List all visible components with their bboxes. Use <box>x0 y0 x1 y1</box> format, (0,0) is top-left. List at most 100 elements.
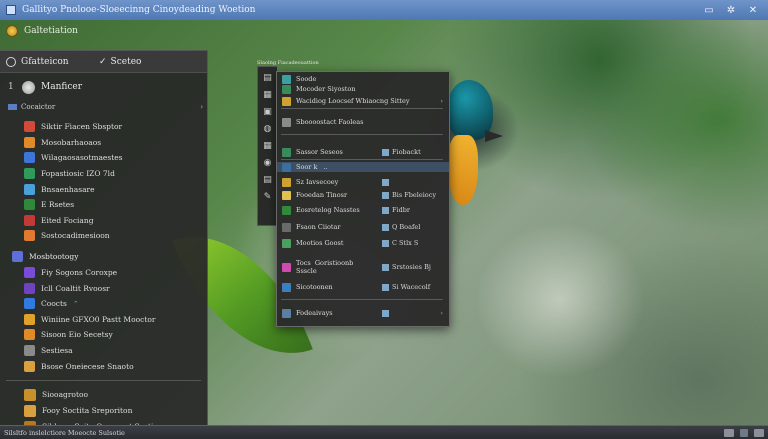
tool-icon[interactable]: ▦ <box>263 141 273 152</box>
tool-icon[interactable]: ◍ <box>263 124 273 135</box>
volume-icon[interactable] <box>740 428 748 437</box>
settings-gear-icon[interactable]: ✲ <box>722 3 740 17</box>
tool-icon[interactable]: ▤ <box>263 73 273 84</box>
list-item[interactable]: Bnsaenhasare <box>0 181 207 197</box>
restore-icon[interactable]: ▭ <box>700 3 718 17</box>
menu-item[interactable]: Eosretelog Nasstes Fidbr <box>277 205 449 215</box>
menu-item-secondary[interactable] <box>382 309 392 317</box>
list-item-label: Mosobarhaoaos <box>41 137 102 147</box>
start-menu-tab[interactable]: Sceteo <box>111 57 142 67</box>
start-menu-title[interactable]: Gfatteicon <box>21 57 91 67</box>
close-icon[interactable]: ✕ <box>744 3 762 17</box>
menu-item[interactable]: Soode <box>277 74 449 84</box>
menu-item-icon <box>282 282 291 292</box>
tool-icon[interactable]: ▤ <box>263 175 273 186</box>
menu-item[interactable]: Fooedan Tinosr Bis Fbeleiocy <box>277 190 449 200</box>
list-item[interactable]: Sostocadimesioon <box>0 228 207 244</box>
tool-icon[interactable]: ▦ <box>263 90 273 101</box>
list-item-label: Winiine GFXO0 Pastt Mooctor <box>41 314 156 324</box>
menu-item-label: Mootios Goost <box>296 239 344 247</box>
menu-item[interactable]: Sassor Seseos Fiobackt <box>277 147 449 157</box>
app-icon <box>24 199 35 211</box>
list-item[interactable]: Siktir Fiacen Sbsptor <box>0 119 207 135</box>
menu-item-secondary[interactable]: C Stlx S <box>382 239 418 247</box>
list-item[interactable]: Siooagrotoo <box>0 387 207 403</box>
tool-icon[interactable]: ▣ <box>263 107 273 118</box>
menu-item-secondary[interactable]: Fiobackt <box>382 148 421 156</box>
menu-item[interactable]: Tocs Goristioonb Ssscle Srstosies Bj <box>277 258 449 276</box>
menu-item-secondary[interactable] <box>382 178 392 186</box>
menu-item-secondary[interactable]: Srstosies Bj <box>382 263 431 271</box>
menu-item-label: Wacidiog Loocsef Wbiaocng Sittey <box>296 97 410 105</box>
app-icon <box>24 282 35 294</box>
network-icon[interactable] <box>724 428 734 437</box>
folder-icon <box>8 104 17 110</box>
list-item[interactable]: Sisoon Eio Secetsy <box>0 327 207 343</box>
window-titlebar[interactable]: Gallityo Pnolooe-Sloeecinng Cinoydeading… <box>0 0 768 20</box>
start-menu-app-list: Siktir Fiacen Sbsptor Mosobarhaoaos Wilaga… <box>0 113 207 244</box>
list-item[interactable]: Winiine GFXO0 Pastt Mooctor <box>0 312 207 328</box>
start-menu-top-item[interactable]: 1 Manficer <box>0 73 207 101</box>
start-menu-subitem[interactable]: Cocaictor › <box>0 101 207 113</box>
secondary-icon <box>382 178 389 186</box>
tool-icon[interactable]: ◉ <box>263 158 273 169</box>
menu-item[interactable]: Soor k .. <box>277 162 449 172</box>
menu-item-icon <box>282 96 291 106</box>
menu-item-secondary[interactable]: Fidbr <box>382 206 410 214</box>
taskbar-text[interactable]: Silsltfo inslelctiore Moeocte Sulsotie <box>4 429 125 437</box>
list-item[interactable]: Fooy Soctita Sreporiton <box>0 403 207 419</box>
list-item[interactable]: Eited Fociang <box>0 213 207 229</box>
menu-item[interactable]: Fsaon Ciiotar Q Boafel <box>277 222 449 232</box>
menu-item-label: Mocoder Siyoston <box>296 85 356 93</box>
menu-item-icon <box>282 177 291 187</box>
menu-item[interactable]: Sz Iavsecoey <box>277 177 449 187</box>
secondary-icon <box>382 206 389 214</box>
secondary-icon <box>382 239 389 247</box>
menu-item[interactable]: Wacidiog Loocsef Wbiaocng Sittey › <box>277 96 449 106</box>
list-item[interactable]: Coocts ⌃ <box>0 296 207 312</box>
list-item[interactable]: Bsose Oneiecese Snaoto <box>0 358 207 374</box>
chevron-right-icon: › <box>200 103 203 111</box>
list-item-label: Bnsaenhasare <box>41 184 95 194</box>
menu-item[interactable]: Sicotoonen Si Wacecolf <box>277 282 449 292</box>
menu-item-secondary[interactable]: Si Wacecolf <box>382 283 430 291</box>
system-tray <box>724 428 764 437</box>
menu-item-secondary-label: Fidbr <box>392 206 411 214</box>
list-item[interactable]: Icll Coaltit Rvoosr <box>0 280 207 296</box>
notification-icon[interactable] <box>754 428 764 437</box>
list-item[interactable]: Fopastiosic IZO 7ld <box>0 166 207 182</box>
wallpaper-bird-beak <box>485 130 503 142</box>
secondary-icon <box>382 263 389 271</box>
tool-icon[interactable]: ✎ <box>263 192 273 203</box>
subbar-label: Galtetiation <box>24 26 78 36</box>
app-icon <box>24 168 35 180</box>
menu-item[interactable]: Fodeaivays › <box>277 308 449 318</box>
app-icon <box>24 388 36 401</box>
menu-item-label: Tocs Goristioonb Ssscle <box>296 259 354 275</box>
menu-item-label: Fooedan Tinosr <box>296 191 348 199</box>
menu-item[interactable]: Mootios Goost C Stlx S <box>277 238 449 248</box>
menu-item-label: Sz Iavsecoey <box>296 178 339 186</box>
list-item[interactable]: Sestiesa <box>0 343 207 359</box>
menu-item-icon <box>282 84 291 94</box>
list-item[interactable]: Mosobarhaoaos <box>0 135 207 151</box>
start-menu-section[interactable]: Mosbtootogy <box>0 248 207 265</box>
list-item-label: Bsose Oneiecese Snaoto <box>41 361 134 371</box>
menu-item[interactable]: Sboooostact Faoleas <box>277 117 449 127</box>
list-item[interactable]: Wilagaosasotmaestes <box>0 150 207 166</box>
list-item-label: Wilagaosasotmaestes <box>41 153 123 163</box>
top-item-number: 1 <box>8 82 14 92</box>
user-icon <box>22 80 35 94</box>
list-item[interactable]: E Rsetes <box>0 197 207 213</box>
menu-item[interactable]: Mocoder Siyoston <box>277 84 449 94</box>
start-menu-panel: Gfatteicon ✓ Sceteo 1 Manficer Cocaictor… <box>0 50 208 426</box>
menu-item-secondary[interactable]: Q Boafel <box>382 223 420 231</box>
list-item-label: Siktir Fiacen Sbsptor <box>41 122 123 132</box>
list-item[interactable]: Fiy Sogons Coroxpe <box>0 265 207 281</box>
taskbar: Silsltfo inslelctiore Moeocte Sulsotie <box>0 425 768 439</box>
menu-item-secondary[interactable]: Bis Fbeleiocy <box>382 191 436 199</box>
menu-separator <box>281 159 443 160</box>
app-icon <box>24 267 35 279</box>
start-menu-app-list-2: Fiy Sogons Coroxpe Icll Coaltit Rvoosr Coo… <box>0 265 207 374</box>
secondary-icon <box>382 191 389 199</box>
